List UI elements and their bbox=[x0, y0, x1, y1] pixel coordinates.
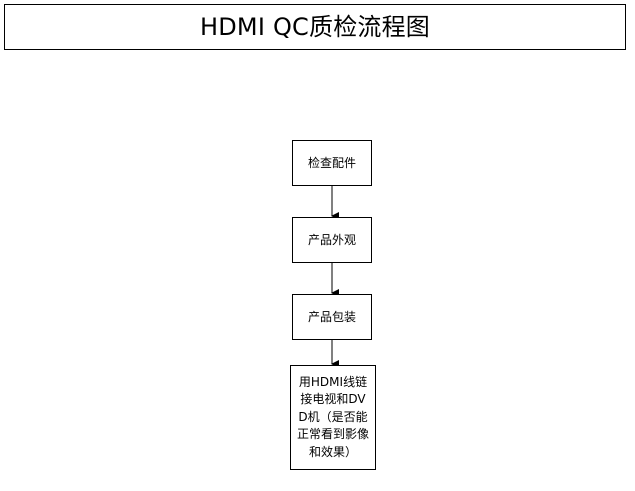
flow-step-hdmi-test: 用HDMI线链接电视和DVD机（是否能正常看到影像和效果） bbox=[290, 365, 376, 470]
title-box: HDMI QC质检流程图 bbox=[4, 4, 626, 50]
page-title: HDMI QC质检流程图 bbox=[200, 13, 430, 41]
flow-step-product-packaging: 产品包装 bbox=[292, 294, 372, 340]
flow-step-label: 检查配件 bbox=[307, 155, 356, 170]
flow-step-product-appearance: 产品外观 bbox=[292, 217, 372, 263]
flow-step-label: 产品包装 bbox=[307, 309, 356, 324]
flow-step-check-accessories: 检查配件 bbox=[292, 140, 372, 186]
flow-step-label: 产品外观 bbox=[307, 232, 356, 247]
flow-step-label: 用HDMI线链接电视和DVD机（是否能正常看到影像和效果） bbox=[296, 375, 369, 459]
